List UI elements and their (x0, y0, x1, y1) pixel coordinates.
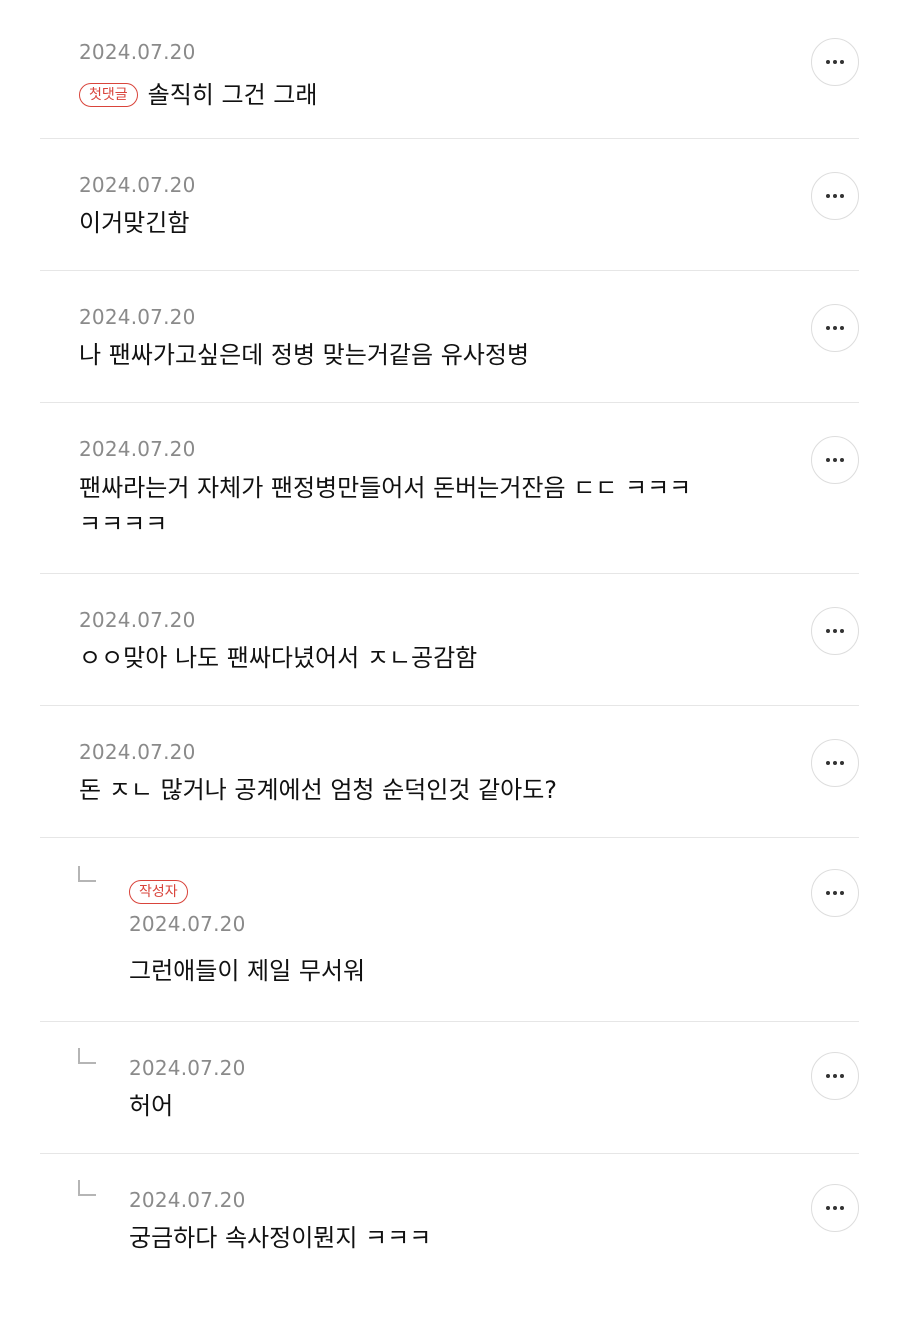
reply-content: 2024.07.20 궁금하다 속사정이뭔지 ㅋㅋㅋ (129, 1188, 769, 1255)
comment-item: 2024.07.20 이거맞긴함 (40, 139, 859, 271)
comment-text: 이거맞긴함 (79, 209, 190, 237)
reply-item: 2024.07.20 궁금하다 속사정이뭔지 ㅋㅋㅋ (40, 1154, 859, 1324)
comment-date: 2024.07.20 (79, 173, 196, 197)
more-options-icon (826, 1206, 844, 1210)
comment-text: 솔직히 그건 그래 (147, 81, 318, 109)
first-comment-badge: 첫댓글 (79, 83, 138, 107)
comment-item: 2024.07.20 첫댓글 솔직히 그건 그래 (40, 0, 859, 139)
comment-content: 2024.07.20 첫댓글 솔직히 그건 그래 (79, 40, 769, 112)
reply-item: 2024.07.20 허어 (40, 1022, 859, 1154)
more-options-button[interactable] (811, 38, 859, 86)
comment-item: 2024.07.20 돈 ㅈㄴ 많거나 공계에선 엄청 순덕인것 같아도? (40, 706, 859, 838)
more-options-icon (826, 891, 844, 895)
more-options-icon (826, 60, 844, 64)
reply-text: 허어 (129, 1092, 174, 1120)
more-options-button[interactable] (811, 172, 859, 220)
reply-date: 2024.07.20 (129, 912, 246, 936)
comment-text-line-2: ㅋㅋㅋㅋ (79, 510, 168, 538)
more-options-icon (826, 326, 844, 330)
reply-text: 궁금하다 속사정이뭔지 ㅋㅋㅋ (129, 1224, 432, 1252)
comment-text: 돈 ㅈㄴ 많거나 공계에선 엄청 순덕인것 같아도? (79, 776, 558, 804)
reply-date: 2024.07.20 (129, 1188, 246, 1212)
comment-text: 나 팬싸가고싶은데 정병 맞는거같음 유사정병 (79, 341, 530, 369)
reply-arrow-icon (78, 1180, 96, 1196)
reply-arrow-icon (78, 1048, 96, 1064)
reply-content: 작성자 2024.07.20 그런애들이 제일 무서워 (129, 880, 769, 988)
comment-body: 첫댓글 솔직히 그건 그래 (79, 78, 769, 112)
more-options-icon (826, 194, 844, 198)
comment-content: 2024.07.20 팬싸라는거 자체가 팬정병만들어서 돈버는거잔음 ㄷㄷ ㅋ… (79, 437, 769, 542)
more-options-icon (826, 761, 844, 765)
comment-date: 2024.07.20 (79, 740, 196, 764)
reply-item: 작성자 2024.07.20 그런애들이 제일 무서워 (40, 838, 859, 1022)
reply-content: 2024.07.20 허어 (129, 1056, 769, 1123)
author-badge: 작성자 (129, 880, 188, 904)
comment-content: 2024.07.20 나 팬싸가고싶은데 정병 맞는거같음 유사정병 (79, 305, 769, 372)
comment-content: 2024.07.20 ㅇㅇ맞아 나도 팬싸다녔어서 ㅈㄴ공감함 (79, 608, 769, 675)
more-options-icon (826, 458, 844, 462)
more-options-button[interactable] (811, 607, 859, 655)
more-options-button[interactable] (811, 739, 859, 787)
comment-date: 2024.07.20 (79, 40, 196, 64)
comment-date: 2024.07.20 (79, 305, 196, 329)
more-options-icon (826, 1074, 844, 1078)
comment-date: 2024.07.20 (79, 437, 196, 461)
more-options-button[interactable] (811, 304, 859, 352)
more-options-button[interactable] (811, 1052, 859, 1100)
more-options-button[interactable] (811, 436, 859, 484)
more-options-button[interactable] (811, 1184, 859, 1232)
reply-date: 2024.07.20 (129, 1056, 246, 1080)
more-options-icon (826, 629, 844, 633)
reply-text: 그런애들이 제일 무서워 (129, 957, 366, 985)
comment-text: ㅇㅇ맞아 나도 팬싸다녔어서 ㅈㄴ공감함 (79, 644, 478, 672)
comment-item: 2024.07.20 팬싸라는거 자체가 팬정병만들어서 돈버는거잔음 ㄷㄷ ㅋ… (40, 403, 859, 574)
reply-arrow-icon (78, 866, 96, 882)
comment-text-line-1: 팬싸라는거 자체가 팬정병만들어서 돈버는거잔음 ㄷㄷ ㅋㅋㅋ (79, 474, 692, 502)
comment-content: 2024.07.20 돈 ㅈㄴ 많거나 공계에선 엄청 순덕인것 같아도? (79, 740, 769, 807)
comment-content: 2024.07.20 이거맞긴함 (79, 173, 769, 240)
comment-item: 2024.07.20 나 팬싸가고싶은데 정병 맞는거같음 유사정병 (40, 271, 859, 403)
comment-list: 2024.07.20 첫댓글 솔직히 그건 그래 2024.07.20 이거맞긴… (40, 0, 859, 1324)
comment-date: 2024.07.20 (79, 608, 196, 632)
comment-item: 2024.07.20 ㅇㅇ맞아 나도 팬싸다녔어서 ㅈㄴ공감함 (40, 574, 859, 706)
more-options-button[interactable] (811, 869, 859, 917)
